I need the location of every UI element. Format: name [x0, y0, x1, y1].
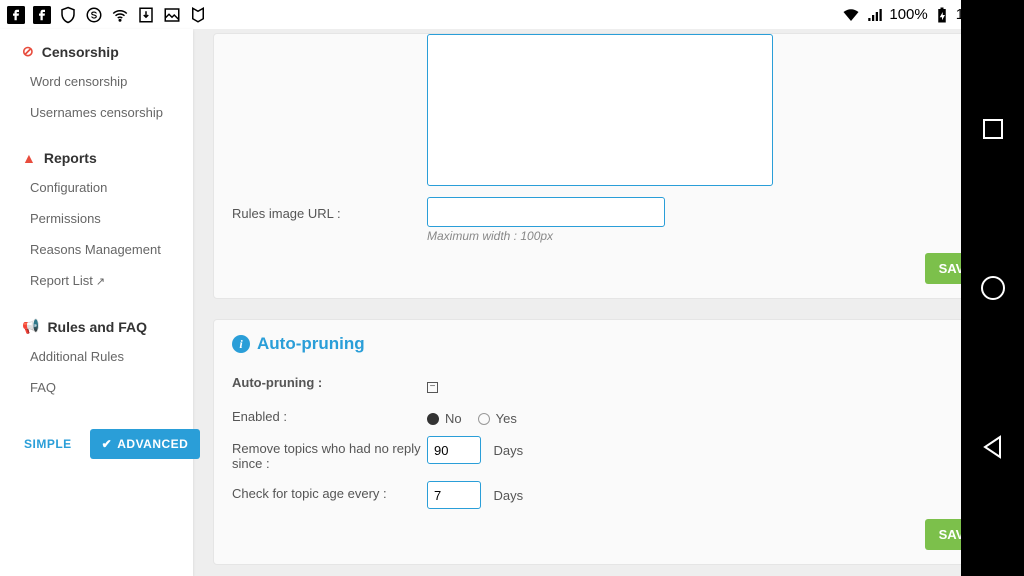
android-nav-bar [961, 0, 1024, 576]
panel-title-text: Auto-pruning [257, 334, 365, 354]
facebook-icon [6, 5, 26, 25]
panel-title: i Auto-pruning [232, 320, 987, 366]
android-status-bar: 100% 11:31 AM [0, 0, 1024, 29]
external-link-icon: ↗ [96, 276, 105, 288]
battery-icon [932, 5, 952, 25]
rules-panel: Rules image URL : Maximum width : 100px … [213, 33, 1006, 299]
warning-icon: ▲ [22, 150, 36, 166]
sidebar-item-additional-rules[interactable]: Additional Rules [0, 341, 193, 372]
sidebar-header-label: Censorship [42, 44, 119, 60]
sidebar-item-permissions[interactable]: Permissions [0, 203, 193, 234]
check-age-label: Check for topic age every : [232, 477, 427, 501]
rules-textarea[interactable] [427, 34, 773, 186]
shield-icon [58, 5, 78, 25]
sidebar: ⊘ Censorship Word censorship Usernames c… [0, 29, 193, 576]
bullhorn-icon: 📢 [22, 318, 39, 335]
wifi-icon [841, 5, 861, 25]
advanced-mode-button[interactable]: ✔ ADVANCED [90, 429, 201, 459]
advanced-label: ADVANCED [117, 437, 188, 451]
sidebar-header-reports[interactable]: ▲ Reports [0, 136, 193, 172]
sidebar-item-faq[interactable]: FAQ [0, 372, 193, 403]
battery-pct: 100% [889, 6, 927, 23]
home-button[interactable] [978, 273, 1008, 303]
wifi-call-icon [110, 5, 130, 25]
auto-pruning-panel: i Auto-pruning Auto-pruning : − Enabled … [213, 319, 1006, 565]
rules-image-url-label: Rules image URL : [232, 197, 427, 221]
sidebar-item-reasons-management[interactable]: Reasons Management [0, 234, 193, 265]
image-icon [162, 5, 182, 25]
auto-pruning-label: Auto-pruning : [232, 366, 427, 390]
radio-yes-label: Yes [496, 411, 517, 426]
remove-topics-label: Remove topics who had no reply since : [232, 432, 427, 471]
sidebar-header-label: Reports [44, 150, 97, 166]
rules-image-hint: Maximum width : 100px [427, 229, 987, 243]
days-label: Days [493, 443, 523, 458]
sidebar-header-label: Rules and FAQ [47, 319, 147, 335]
enabled-label: Enabled : [232, 400, 427, 424]
signal-icon [865, 5, 885, 25]
simple-mode-button[interactable]: SIMPLE [14, 429, 82, 459]
rules-image-url-input[interactable] [427, 197, 665, 227]
recent-apps-button[interactable] [978, 114, 1008, 144]
radio-yes[interactable] [478, 413, 490, 425]
sidebar-item-configuration[interactable]: Configuration [0, 172, 193, 203]
content-area: Rules image URL : Maximum width : 100px … [193, 29, 1024, 576]
check-days-input[interactable] [427, 481, 481, 509]
sidebar-header-censorship[interactable]: ⊘ Censorship [0, 37, 193, 66]
skype-icon [84, 5, 104, 25]
sidebar-item-report-list[interactable]: Report List↗ [0, 265, 193, 296]
days-label: Days [493, 488, 523, 503]
textarea-label [232, 34, 427, 43]
radio-no-label: No [445, 411, 462, 426]
facebook-icon [32, 5, 52, 25]
ban-icon: ⊘ [22, 43, 34, 60]
info-icon: i [232, 335, 250, 353]
download-icon [136, 5, 156, 25]
back-button[interactable] [978, 432, 1008, 462]
collapse-toggle[interactable]: − [427, 382, 438, 393]
check-icon: ✔ [102, 437, 113, 451]
remove-days-input[interactable] [427, 436, 481, 464]
mcafee-icon [188, 5, 208, 25]
radio-no[interactable] [427, 413, 439, 425]
sidebar-header-rules[interactable]: 📢 Rules and FAQ [0, 304, 193, 341]
sidebar-item-usernames-censorship[interactable]: Usernames censorship [0, 97, 193, 128]
sidebar-item-word-censorship[interactable]: Word censorship [0, 66, 193, 97]
